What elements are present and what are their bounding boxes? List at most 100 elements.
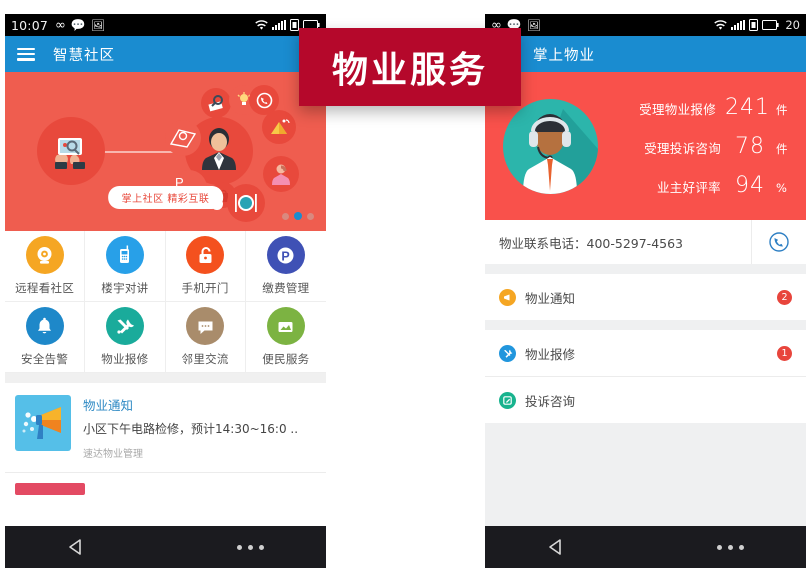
alarm-wifi-icon [262, 110, 296, 144]
empty-area [485, 423, 806, 539]
status-badge: 2 [777, 289, 792, 305]
carousel-dot-3[interactable] [307, 212, 314, 220]
stat-unit: 件 [776, 141, 788, 156]
signal-icon [731, 20, 746, 30]
grid-label: 便民服务 [262, 352, 310, 366]
status-time: 10:07 [11, 17, 49, 33]
service-icon [266, 307, 305, 345]
notice-desc: 小区下午电路检修，预计14:30~16:0 .. [83, 422, 299, 436]
notice-source: 速达物业管理 [83, 449, 143, 460]
map-pin-icon [165, 120, 201, 156]
app-bar-right: 掌上物业 [485, 36, 806, 72]
grid-item-security-alert[interactable]: 安全告警 [5, 302, 86, 373]
notice-card-partial[interactable] [5, 473, 326, 495]
list-item-label: 投诉咨询 [525, 393, 576, 409]
grid-item-remote-view[interactable]: 远程看社区 [5, 231, 86, 302]
page-title: 智慧社区 [53, 47, 115, 64]
grid-item-convenience[interactable]: 便民服务 [245, 302, 326, 373]
battery-icon [762, 20, 779, 30]
grid-item-repair[interactable]: 物业报修 [85, 302, 166, 373]
section-divider [5, 373, 326, 383]
stat-row: 业主好评率 94 % [606, 173, 792, 198]
phone-right: ∞ 💬 🖼 20 掌上物业 受理物业报修 241 件 受理投诉咨询 78 件 业… [485, 14, 806, 568]
carousel-dot-2[interactable] [294, 212, 302, 220]
list-item-repair[interactable]: 物业报修 1 [485, 330, 806, 376]
megaphone-icon [15, 395, 71, 451]
megaphone-icon [499, 288, 516, 306]
grid-item-intercom[interactable]: 楼宇对讲 [85, 231, 166, 302]
headset-operator-avatar [503, 98, 598, 194]
wifi-icon [255, 19, 268, 30]
status-badge: 1 [777, 345, 792, 361]
tools-icon [105, 307, 144, 345]
grid-label: 远程看社区 [15, 281, 75, 295]
edit-icon [499, 391, 516, 409]
grid-item-payment[interactable]: P 缴费管理 [245, 231, 326, 302]
chat-bubble-icon: 💬 [70, 18, 86, 32]
hero-slogan: 掌上社区 精彩互联 [107, 186, 224, 209]
battery-percent: 20 [785, 18, 800, 32]
status-bar-right: ∞ 💬 🖼 20 [485, 14, 806, 36]
card-thumbnail [15, 483, 85, 495]
menu-icon[interactable] [17, 47, 35, 61]
sim-icon [749, 19, 759, 31]
notice-title: 物业通知 [83, 398, 134, 413]
feature-grid: 远程看社区 楼宇对讲 手机开门 P 缴费管理 安全告警 物业报修 邻里交流 便民… [5, 231, 326, 373]
section-divider [485, 264, 806, 274]
grid-item-neighbor-chat[interactable]: 邻里交流 [165, 302, 246, 373]
system-nav-left [5, 526, 326, 568]
stat-rows: 受理物业报修 241 件 受理投诉咨询 78 件 业主好评率 94 % [606, 95, 792, 198]
stat-label: 受理投诉咨询 [644, 140, 721, 156]
overlay-banner: 物业服务 [299, 28, 521, 106]
contact-row[interactable]: 物业联系电话：400-5297-4563 [485, 220, 806, 264]
list-gap [485, 320, 806, 330]
list-item-complaint[interactable]: 投诉咨询 [485, 377, 806, 423]
stat-unit: 件 [776, 102, 788, 117]
phone-call-icon[interactable] [751, 220, 806, 264]
back-triangle-icon[interactable] [547, 538, 565, 556]
sim-icon [290, 19, 299, 31]
tools-icon [499, 344, 516, 362]
payment-icon: P [266, 236, 305, 274]
camera-icon [25, 236, 64, 274]
person-pink-icon [263, 156, 299, 192]
svg-text:P: P [282, 249, 290, 263]
signal-icon [272, 20, 286, 30]
stat-label: 受理物业报修 [639, 101, 716, 117]
hero-banner[interactable]: P 掌上社区 精彩互联 [5, 72, 326, 231]
stat-value: 78 [735, 133, 765, 159]
stat-row: 受理投诉咨询 78 件 [606, 134, 792, 159]
grid-item-mobile-door[interactable]: 手机开门 [165, 231, 246, 302]
grid-label: 楼宇对讲 [101, 281, 149, 295]
status-bar-left: 10:07 ∞ 💬 🖼 [5, 14, 326, 36]
stat-value: 94 [735, 172, 765, 198]
infinity-icon: ∞ [55, 17, 66, 33]
chat-icon [186, 307, 225, 345]
carousel-dots[interactable] [282, 212, 314, 220]
grid-label: 缴费管理 [262, 281, 310, 295]
magnifier-book-icon [201, 88, 231, 118]
unlock-icon [186, 236, 225, 274]
grid-label: 安全告警 [21, 352, 69, 366]
notice-card[interactable]: 物业通知 小区下午电路检修，预计14:30~16:0 .. 速达物业管理 [5, 383, 326, 472]
overflow-dots-icon[interactable] [237, 544, 264, 550]
page-title: 掌上物业 [533, 47, 595, 64]
system-nav-right [485, 526, 806, 568]
stats-panel: 受理物业报修 241 件 受理投诉咨询 78 件 业主好评率 94 % [485, 72, 806, 220]
app-bar-left: 智慧社区 [5, 36, 326, 72]
stat-value: 241 [725, 94, 770, 120]
overflow-dots-icon[interactable] [717, 544, 744, 550]
phone-left: 10:07 ∞ 💬 🖼 智慧社区 P 掌上社区 精彩互联 远程看社区 楼宇对讲 … [5, 14, 326, 568]
overlay-banner-label: 物业服务 [331, 50, 488, 91]
carousel-dot-1[interactable] [282, 212, 289, 220]
grid-label: 手机开门 [181, 281, 229, 295]
list-item-label: 物业通知 [525, 290, 576, 306]
back-triangle-icon[interactable] [67, 538, 85, 556]
stat-label: 业主好评率 [656, 179, 721, 195]
bell-icon [25, 307, 64, 345]
grid-label: 邻里交流 [181, 352, 229, 366]
list-item-notice[interactable]: 物业通知 2 [485, 274, 806, 320]
wifi-icon [714, 19, 728, 30]
service-list: 物业通知 2 物业报修 1 投诉咨询 [485, 274, 806, 423]
grid-label: 物业报修 [101, 352, 149, 366]
